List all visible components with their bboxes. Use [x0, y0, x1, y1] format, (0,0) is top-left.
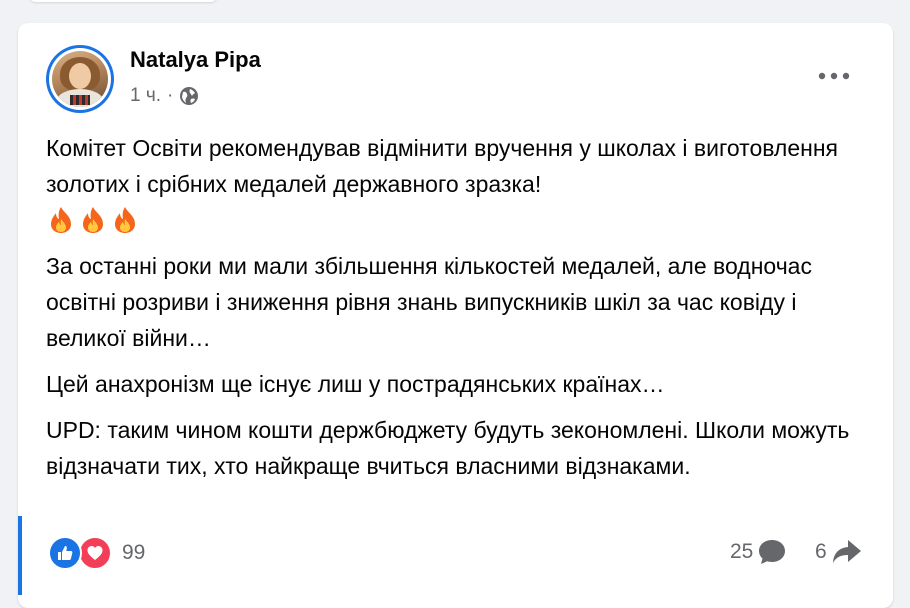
post-paragraph: Цей анахронізм ще існує лиш у пострадянс…	[46, 371, 665, 397]
shares-button[interactable]: 6	[815, 538, 863, 566]
reaction-count: 99	[122, 541, 146, 564]
avatar-photo	[52, 51, 108, 107]
author-name[interactable]: Natalya Pipa	[130, 47, 261, 73]
post-timestamp[interactable]: 1 ч.	[130, 85, 161, 107]
comments-button[interactable]: 25	[730, 538, 787, 566]
post-meta: 1 ч. ·	[130, 85, 199, 107]
focus-indicator	[18, 516, 22, 595]
comment-icon	[759, 540, 786, 564]
reactions-summary[interactable]: 99	[48, 536, 145, 570]
more-dots-icon	[818, 72, 850, 80]
more-options-button[interactable]	[814, 62, 854, 90]
post-text: Комітет Освіти рекомендував відмінити вр…	[46, 130, 876, 494]
author-avatar[interactable]	[46, 45, 114, 113]
love-icon	[78, 536, 112, 570]
comment-count: 25	[730, 540, 754, 563]
emoji-row	[46, 202, 876, 238]
share-icon	[832, 540, 861, 563]
like-icon	[48, 536, 82, 570]
share-count: 6	[815, 540, 827, 563]
fire-icon	[46, 205, 76, 235]
globe-icon[interactable]	[179, 86, 199, 106]
avatar-ring	[49, 48, 111, 110]
meta-separator: ·	[167, 85, 174, 106]
fire-icon	[78, 205, 108, 235]
previous-card-edge	[28, 0, 218, 2]
fire-icon	[110, 205, 140, 235]
post-paragraph: Комітет Освіти рекомендував відмінити вр…	[46, 135, 838, 197]
post-paragraph: За останні роки ми мали збільшення кільк…	[46, 253, 812, 351]
post-paragraph: UPD: таким чином кошти держбюджету будут…	[46, 417, 850, 479]
